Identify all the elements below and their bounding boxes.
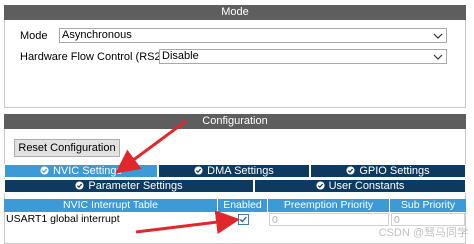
check-circle-icon: [316, 181, 325, 190]
flow-control-value: Disable: [162, 50, 199, 62]
column-header-enabled: Enabled: [218, 199, 268, 212]
flow-control-label: Hardware Flow Control (RS232): [20, 51, 177, 63]
column-header-nvic-interrupt-table: NVIC Interrupt Table: [4, 199, 218, 212]
tab-user-constants[interactable]: User Constants: [254, 179, 466, 193]
configuration-section-header: Configuration: [4, 114, 466, 129]
check-circle-icon: [194, 166, 203, 175]
mode-select[interactable]: Asynchronous: [59, 28, 447, 43]
watermark-text: CSDN @驽马同学: [378, 227, 468, 239]
mode-select-value: Asynchronous: [62, 29, 132, 41]
enabled-checkbox[interactable]: [238, 214, 249, 225]
tab-parameter-settings[interactable]: Parameter Settings: [4, 179, 254, 193]
tab-label: Parameter Settings: [88, 180, 183, 192]
interrupt-name-cell: USART1 global interrupt: [6, 213, 120, 225]
tab-label: NVIC Settings: [52, 165, 123, 177]
tab-nvic-settings[interactable]: NVIC Settings: [4, 164, 158, 178]
chevron-down-icon: [433, 33, 443, 39]
tab-gpio-settings[interactable]: GPIO Settings: [310, 164, 466, 178]
mode-section-header: Mode: [4, 5, 466, 20]
tab-label: DMA Settings: [207, 165, 274, 177]
tab-label: GPIO Settings: [359, 165, 430, 177]
reset-configuration-button[interactable]: Reset Configuration: [14, 139, 120, 157]
tab-label: User Constants: [328, 180, 405, 192]
check-circle-icon: [75, 181, 84, 190]
chevron-down-icon: [433, 54, 443, 60]
tab-dma-settings[interactable]: DMA Settings: [158, 164, 310, 178]
checkmark-icon: [239, 216, 247, 223]
preemption-priority-field[interactable]: 0: [269, 213, 389, 226]
mode-label: Mode: [20, 30, 48, 42]
check-circle-icon: [40, 166, 49, 175]
column-header-preemption-priority: Preemption Priority: [268, 199, 390, 212]
flow-control-select[interactable]: Disable: [159, 49, 447, 64]
column-header-sub-priority: Sub Priority: [390, 199, 466, 212]
check-circle-icon: [346, 166, 355, 175]
